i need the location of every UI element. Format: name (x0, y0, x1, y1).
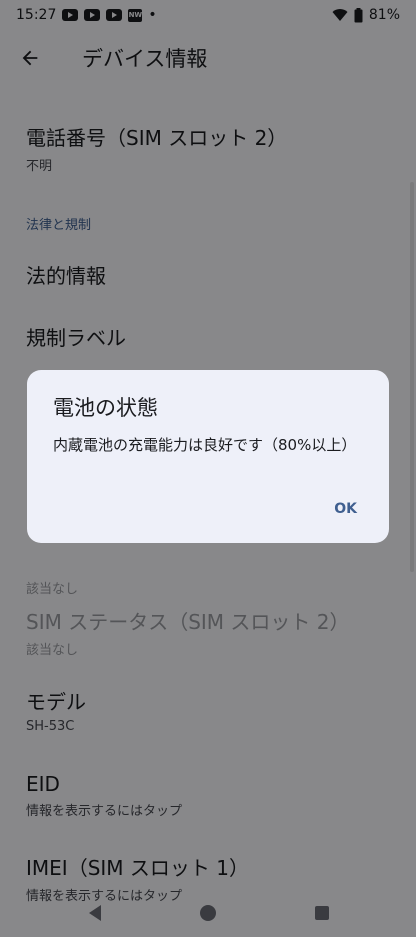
triangle-back-icon (89, 905, 101, 921)
nav-back-button[interactable] (85, 903, 105, 923)
nav-home-button[interactable] (198, 903, 218, 923)
ok-button[interactable]: OK (328, 497, 363, 521)
square-recents-icon (315, 906, 329, 920)
circle-home-icon (200, 905, 216, 921)
navigation-bar (0, 890, 416, 937)
dialog-message: 内蔵電池の充電能力は良好です（80%以上） (53, 436, 357, 454)
scrollbar[interactable] (410, 182, 414, 572)
battery-status-dialog: 電池の状態 内蔵電池の充電能力は良好です（80%以上） OK (27, 370, 389, 543)
nav-recents-button[interactable] (312, 903, 332, 923)
dialog-title: 電池の状態 (53, 396, 158, 420)
